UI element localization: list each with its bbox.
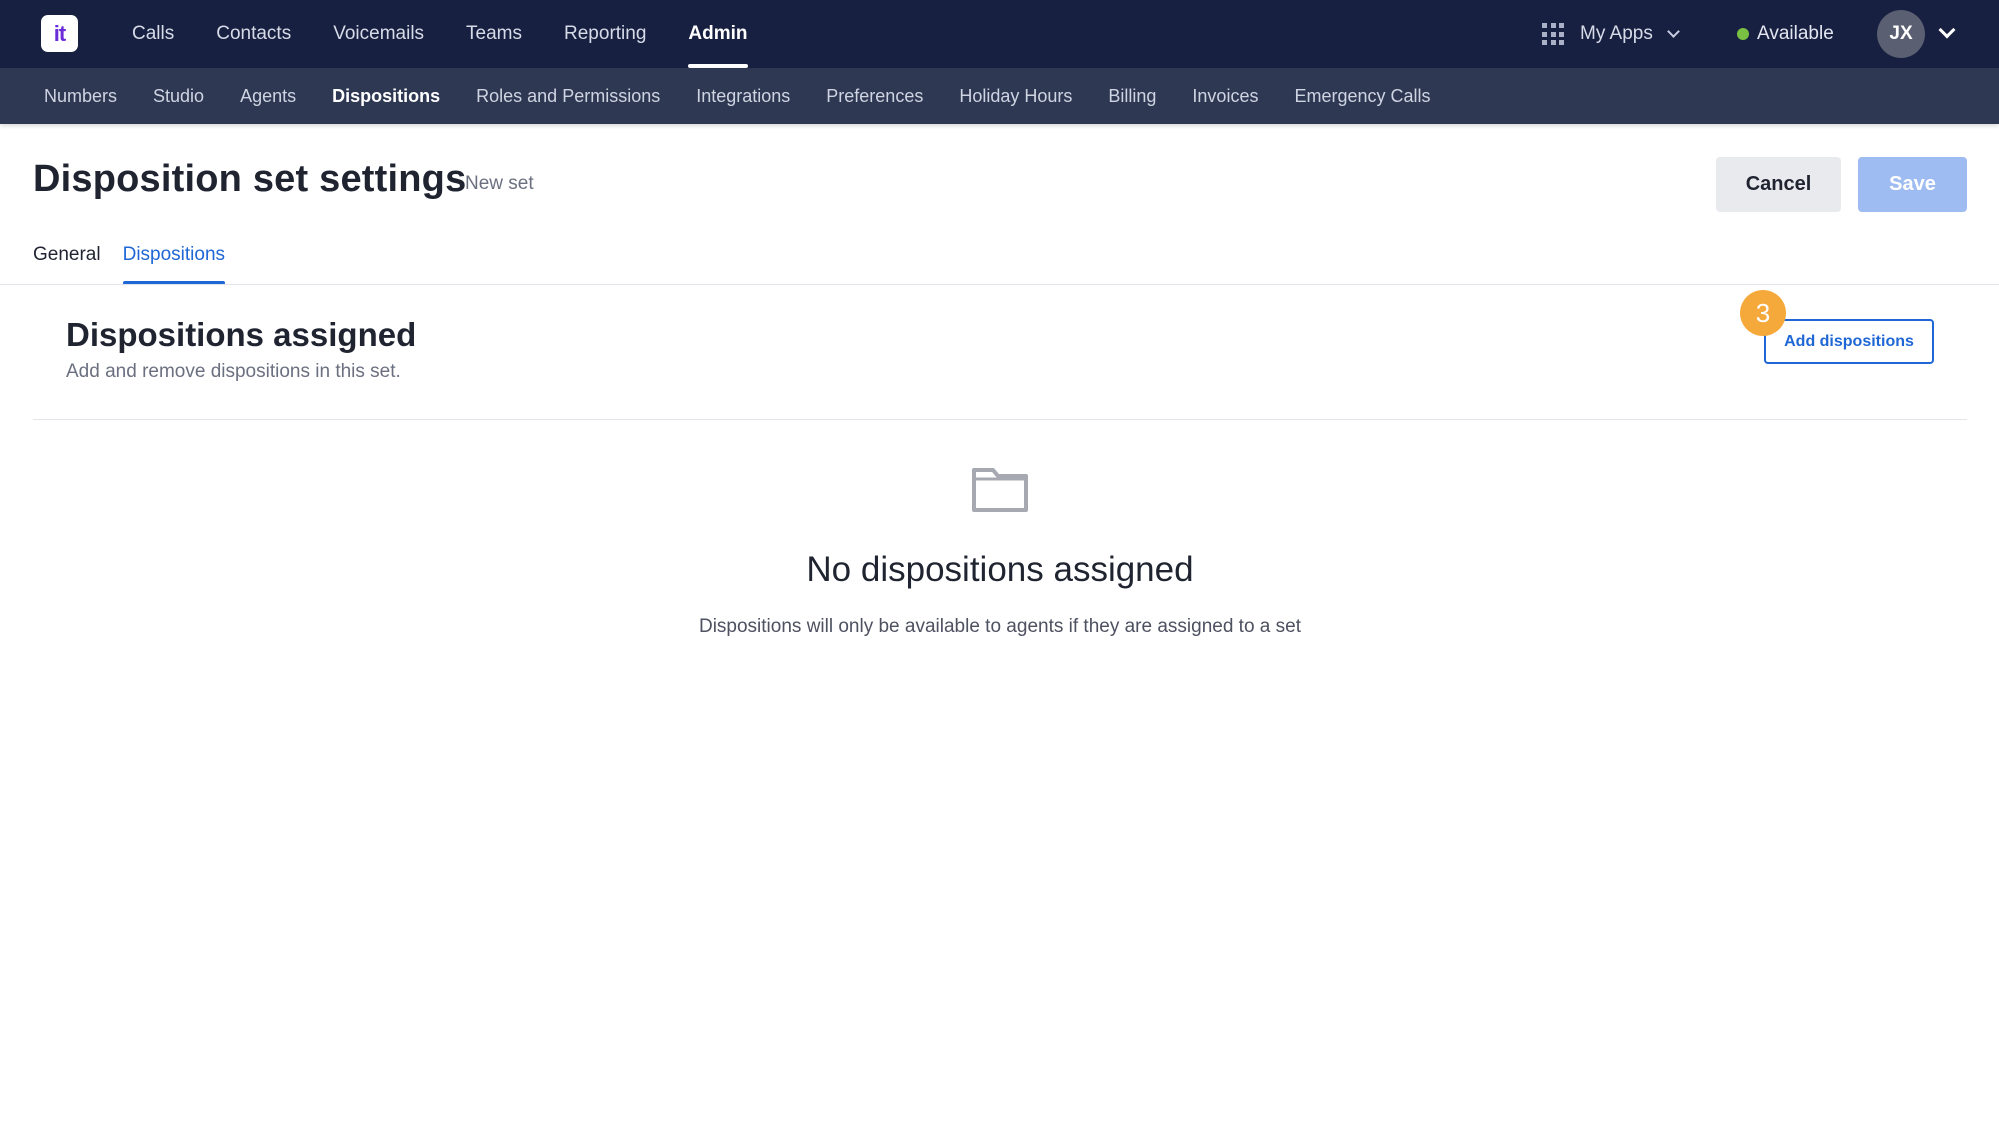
subnav-item-label: Numbers	[44, 85, 118, 106]
subnav-item-dispositions[interactable]: Dispositions	[314, 68, 458, 124]
subnav-item-emergency-calls[interactable]: Emergency Calls	[1276, 68, 1448, 124]
tab-label: Dispositions	[122, 244, 226, 265]
empty-state-title: No dispositions assigned	[806, 550, 1194, 589]
tab-label: General	[33, 244, 101, 265]
folder-icon	[972, 468, 1028, 512]
chevron-down-icon	[1667, 25, 1680, 38]
subnav-item-numbers[interactable]: Numbers	[26, 68, 135, 124]
step-badge-number: 3	[1755, 297, 1771, 328]
admin-subnav-bar: Numbers Studio Agents Dispositions Roles…	[0, 68, 1999, 124]
nav-item-reporting[interactable]: Reporting	[543, 0, 667, 68]
tab-dispositions[interactable]: Dispositions	[122, 240, 226, 285]
admin-subnav: Numbers Studio Agents Dispositions Roles…	[26, 68, 1449, 124]
app-logo[interactable]: it	[41, 15, 78, 52]
nav-item-label: Reporting	[564, 23, 647, 44]
main-nav: Calls Contacts Voicemails Teams Reportin…	[111, 0, 769, 68]
tabs-divider	[0, 284, 1999, 285]
subnav-item-label: Agents	[240, 85, 297, 106]
section-divider	[33, 419, 1967, 420]
nav-item-label: Calls	[132, 23, 175, 44]
nav-item-label: Contacts	[216, 23, 292, 44]
nav-item-voicemails[interactable]: Voicemails	[312, 0, 445, 68]
status-label: Available	[1757, 23, 1834, 44]
subnav-item-integrations[interactable]: Integrations	[678, 68, 808, 124]
section-description: Add and remove dispositions in this set.	[66, 361, 401, 382]
nav-item-label: Teams	[466, 23, 523, 44]
user-menu-chevron-icon[interactable]	[1938, 21, 1956, 39]
settings-tabs: General Dispositions	[33, 240, 247, 285]
subnav-item-label: Invoices	[1192, 85, 1259, 106]
availability-status[interactable]: Available	[1737, 0, 1834, 68]
subnav-item-invoices[interactable]: Invoices	[1174, 68, 1276, 124]
subnav-item-label: Billing	[1108, 85, 1157, 106]
subnav-item-preferences[interactable]: Preferences	[808, 68, 941, 124]
subnav-item-label: Dispositions	[332, 85, 441, 106]
tab-general[interactable]: General	[33, 240, 101, 285]
subnav-item-studio[interactable]: Studio	[135, 68, 222, 124]
subnav-item-label: Integrations	[696, 85, 791, 106]
save-button[interactable]: Save	[1858, 157, 1967, 212]
nav-item-teams[interactable]: Teams	[445, 0, 543, 68]
nav-item-calls[interactable]: Calls	[111, 0, 195, 68]
subnav-item-label: Preferences	[826, 85, 924, 106]
avatar[interactable]: JX	[1877, 10, 1925, 58]
subnav-item-agents[interactable]: Agents	[222, 68, 314, 124]
nav-item-admin[interactable]: Admin	[667, 0, 768, 68]
top-navbar: it Calls Contacts Voicemails Teams Repor…	[0, 0, 1999, 68]
subnav-item-roles-and-permissions[interactable]: Roles and Permissions	[458, 68, 678, 124]
empty-state-description: Dispositions will only be available to a…	[698, 616, 1301, 637]
nav-item-contacts[interactable]: Contacts	[195, 0, 312, 68]
section-title: Dispositions assigned	[66, 316, 417, 353]
cancel-button[interactable]: Cancel	[1716, 157, 1841, 212]
my-apps-menu[interactable]: My Apps	[1542, 0, 1680, 68]
add-dispositions-button[interactable]: Add dispositions	[1764, 319, 1934, 364]
nav-item-label: Admin	[688, 23, 748, 44]
logo-text: it	[53, 20, 66, 46]
avatar-initials: JX	[1889, 23, 1913, 44]
subnav-item-holiday-hours[interactable]: Holiday Hours	[941, 68, 1090, 124]
my-apps-label: My Apps	[1580, 23, 1653, 44]
subnav-item-label: Roles and Permissions	[476, 85, 661, 106]
page-title: Disposition set settings	[33, 158, 467, 200]
subnav-item-label: Studio	[153, 85, 205, 106]
page-subtitle: New set	[465, 173, 534, 194]
app-grid-icon	[1542, 23, 1564, 45]
subnav-item-label: Holiday Hours	[959, 85, 1073, 106]
step-badge: 3	[1740, 290, 1786, 336]
subnav-item-billing[interactable]: Billing	[1090, 68, 1174, 124]
subnav-item-label: Emergency Calls	[1294, 85, 1431, 106]
status-dot-icon	[1737, 28, 1749, 40]
nav-item-label: Voicemails	[333, 23, 425, 44]
